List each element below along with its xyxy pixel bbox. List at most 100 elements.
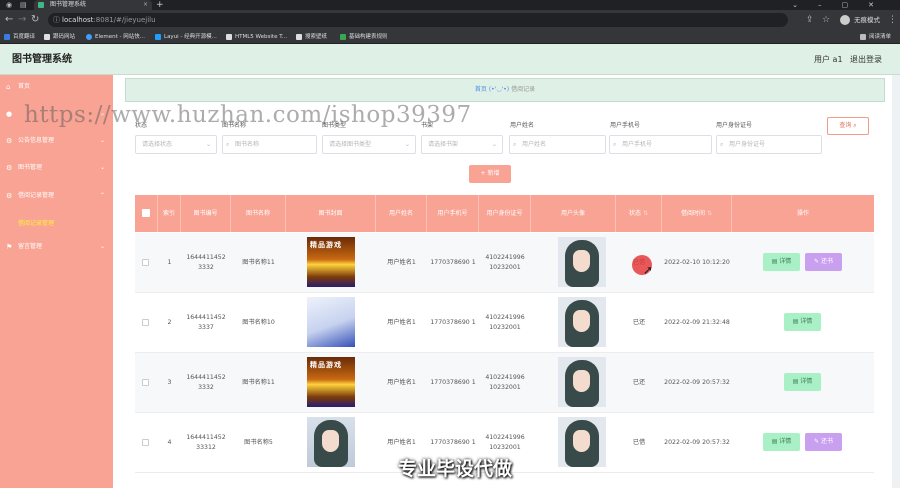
logout-link[interactable]: 退出登录	[850, 44, 882, 75]
select-all-cell[interactable]	[135, 195, 158, 232]
avatar-face	[573, 250, 590, 272]
breadcrumb-home[interactable]: 首页	[475, 86, 487, 93]
filter-book-type-select[interactable]: 请选择图书类型 ⌄	[322, 135, 416, 154]
search-icon: ⌕	[720, 141, 724, 148]
bookmark-item[interactable]: Layui - 经典开源模...	[155, 30, 217, 44]
cell-book-name: 图书名称5	[244, 438, 273, 446]
window-controls[interactable]: ⌄–▢✕	[792, 0, 894, 10]
table-row: 2 1644411452 3337 图书名称10 用户姓名1 1770378690 1 4…	[135, 293, 874, 353]
column-header: 用户身份证号	[479, 195, 531, 232]
sidebar-item-announcements[interactable]: ⚙ 公告信息管理 ⌄	[0, 134, 113, 148]
column-header[interactable]: 借阅时间 ⇅	[662, 195, 732, 232]
share-icon[interactable]: ⇪	[806, 10, 814, 30]
chevron-down-icon: ⌄	[404, 141, 410, 148]
submenu-borrow-records[interactable]: 借阅记录管理	[0, 217, 113, 231]
chevron-down-icon: ⌄	[491, 141, 497, 148]
sidebar-item-borrow-records[interactable]: ⚙ 借阅记录管理 ⌃	[0, 189, 113, 203]
bookmark-item[interactable]: 搜索壁纸	[296, 30, 327, 44]
more-menu-icon[interactable]: ⋮	[888, 10, 897, 30]
bookmark-icon	[340, 34, 346, 40]
sort-icon[interactable]: ⇅	[707, 209, 712, 218]
column-header: 索引	[158, 195, 181, 232]
filter-user-phone-input[interactable]: ⌕ 用户手机号	[609, 135, 712, 154]
vue-favicon-icon	[38, 2, 44, 8]
bookmark-item[interactable]: 基础构建表规则	[340, 30, 388, 44]
search-icon: ⌕	[613, 141, 617, 148]
return-book-button[interactable]: ✎ 还书	[805, 253, 842, 271]
search-icon: ⌕	[226, 141, 230, 148]
column-header: 操作	[796, 210, 809, 217]
column-header: 图书名称	[231, 195, 286, 232]
breadcrumb-emoticon: (•'◡'•)	[488, 86, 510, 93]
url-field[interactable]: ⓘ localhost:8081/#/jieyuejilu	[48, 13, 788, 27]
new-tab-icon[interactable]: +	[156, 0, 164, 10]
column-header: 图书编号	[181, 195, 231, 232]
bookmark-icon	[155, 34, 161, 40]
browser-menu-icon[interactable]: ◉	[6, 0, 12, 10]
column-header: 用户头像	[531, 195, 616, 232]
cell-status: 已还	[632, 318, 646, 326]
query-button[interactable]: 查询 ⌕	[827, 117, 869, 135]
cell-book-no: 1644411452 33312	[186, 433, 226, 451]
sidebar-item-home[interactable]: ⌂ 首页	[0, 80, 113, 94]
app-header: 图书管理系统 用户 a1 退出登录	[0, 44, 900, 75]
chevron-down-icon: ⌄	[99, 243, 105, 250]
row-checkbox[interactable]	[142, 319, 149, 326]
cell-status: 已借	[632, 438, 646, 446]
url-host: localhost	[62, 16, 94, 24]
row-checkbox[interactable]	[142, 439, 149, 446]
browser-tab[interactable]: 图书管理系统 ×	[34, 0, 152, 10]
detail-button[interactable]: ▤ 详情	[784, 313, 821, 331]
row-checkbox[interactable]	[142, 259, 149, 266]
column-header: 图书封面	[286, 195, 376, 232]
browser-tab-bar: ◉ ▤ 图书管理系统 × + ⌄–▢✕	[0, 0, 900, 10]
row-checkbox[interactable]	[142, 379, 149, 386]
return-book-button[interactable]: ✎ 还书	[805, 433, 842, 451]
forward-icon[interactable]: →	[18, 10, 26, 30]
bookmark-item[interactable]: 跟码网站	[44, 30, 75, 44]
reading-list[interactable]: 阅读清单	[860, 30, 891, 44]
cell-borrow-time: 2022-02-10 10:12:20	[664, 258, 730, 266]
chevron-down-icon: ⌄	[99, 164, 105, 171]
filter-user-id-card-input[interactable]: ⌕ 用户身份证号	[716, 135, 822, 154]
sidebar-item-messages[interactable]: ⚑ 留言管理 ⌄	[0, 240, 113, 254]
user-icon: ●	[6, 110, 13, 118]
filter-status-select[interactable]: 请选择状态 ⌄	[135, 135, 217, 154]
add-button[interactable]: + 新增	[469, 165, 511, 183]
user-avatar-image	[558, 297, 606, 347]
incognito-profile[interactable]: 无痕模式	[840, 14, 880, 26]
profile-label: 无痕模式	[854, 16, 880, 24]
filter-shelf-select[interactable]: 请选择书架 ⌄	[421, 135, 503, 154]
cell-book-name: 图书名称10	[242, 318, 275, 326]
chevron-down-icon: ⌄	[99, 137, 105, 144]
cover-face	[322, 430, 339, 452]
bookmark-star-icon[interactable]: ☆	[822, 10, 830, 30]
sort-icon[interactable]: ⇅	[643, 209, 648, 218]
sidebar-item-books[interactable]: ⚙ 图书管理 ⌄	[0, 161, 113, 175]
filter-book-name-input[interactable]: ⌕ 图书名称	[222, 135, 317, 154]
bookmark-icon	[4, 34, 10, 40]
reload-icon[interactable]: ↻	[31, 10, 39, 30]
back-icon[interactable]: ←	[5, 10, 13, 30]
detail-button[interactable]: ▤ 详情	[763, 253, 800, 271]
detail-button[interactable]: ▤ 详情	[763, 433, 800, 451]
bookmark-item[interactable]: 百度翻译	[4, 30, 35, 44]
reading-list-icon	[860, 34, 866, 40]
book-cover-image	[307, 297, 355, 347]
edit-icon: ✎	[814, 258, 820, 265]
detail-button[interactable]: ▤ 详情	[784, 373, 821, 391]
tab-close-icon[interactable]: ×	[143, 0, 148, 10]
bookmark-item[interactable]: HTML5 Website T...	[226, 30, 287, 44]
table-row: 1 1644411452 3332 图书名称11 精品游戏 用户姓名1 177037869…	[135, 233, 874, 293]
watermark-url: https://www.huzhan.com/ishop39397	[24, 102, 472, 128]
column-header[interactable]: 状态 ⇅	[616, 195, 662, 232]
cell-user-phone: 1770378690 1	[430, 258, 476, 266]
select-all-checkbox[interactable]	[142, 209, 150, 217]
bookmark-icon	[86, 34, 92, 40]
filter-user-name-input[interactable]: ⌕ 用户姓名	[509, 135, 606, 154]
scrollbar[interactable]	[892, 75, 900, 488]
tab-list-icon[interactable]: ▤	[20, 0, 27, 10]
filter-label-user-phone: 用户手机号	[610, 122, 641, 129]
search-icon: ⌕	[513, 141, 517, 148]
bookmark-item[interactable]: Element - 网站快...	[86, 30, 145, 44]
